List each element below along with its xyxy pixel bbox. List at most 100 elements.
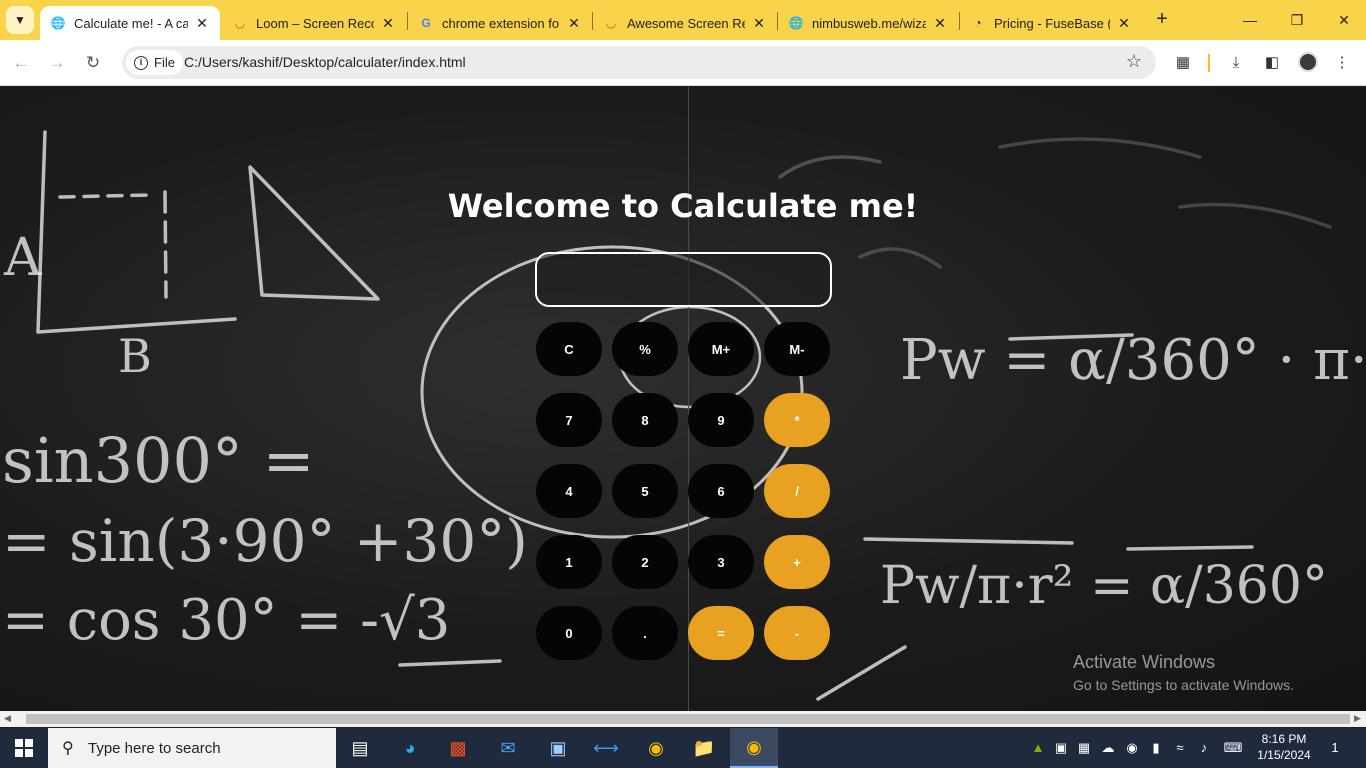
- key-clear[interactable]: C: [536, 322, 602, 376]
- close-icon[interactable]: ✕: [1116, 15, 1132, 32]
- clock-date: 1/15/2024: [1257, 748, 1311, 762]
- tab-title: Calculate me! - A calc: [74, 15, 188, 31]
- nvidia-icon[interactable]: ▲: [1028, 738, 1048, 758]
- forward-arrow-icon[interactable]: →: [44, 50, 70, 76]
- globe-icon: 🌐: [788, 16, 804, 30]
- key-decimal[interactable]: .: [612, 606, 678, 660]
- page-title: Welcome to Calculate me!: [447, 187, 919, 225]
- key-7[interactable]: 7: [536, 393, 602, 447]
- horizontal-scrollbar[interactable]: ◀ ▶: [0, 711, 1366, 727]
- key-9[interactable]: 9: [688, 393, 754, 447]
- chrome-active-icon[interactable]: ◉: [730, 728, 778, 768]
- key-memory-minus[interactable]: M-: [764, 322, 830, 376]
- notification-icon[interactable]: 1: [1324, 738, 1346, 758]
- key-8[interactable]: 8: [612, 393, 678, 447]
- edge-icon[interactable]: ◕: [386, 728, 434, 768]
- back-arrow-icon[interactable]: ←: [8, 50, 34, 76]
- key-0[interactable]: 0: [536, 606, 602, 660]
- scrollbar-thumb[interactable]: [26, 714, 1350, 724]
- taskbar-search-box[interactable]: ⚲ Type here to search: [48, 728, 336, 768]
- taskbar-clock[interactable]: 8:16 PM 1/15/2024: [1252, 731, 1316, 763]
- calculator-keypad: C % M+ M- 7 8 9 * 4 5 6 / 1 2 3 + 0 . = …: [536, 322, 832, 662]
- toolbar-divider: [1208, 54, 1210, 72]
- tab-nimbusweb[interactable]: 🌐 nimbusweb.me/wizar ✕: [778, 6, 958, 40]
- key-5[interactable]: 5: [612, 464, 678, 518]
- restore-icon[interactable]: ❐: [1285, 8, 1309, 32]
- close-icon[interactable]: ✕: [932, 15, 948, 32]
- side-panel-icon[interactable]: ◧: [1261, 52, 1283, 74]
- tab-title: Loom – Screen Recor: [256, 15, 374, 31]
- file-explorer-icon[interactable]: 📁: [680, 728, 728, 768]
- chalk-frame: [36, 130, 237, 334]
- bookmark-star-icon[interactable]: ☆: [1126, 51, 1142, 72]
- calculator-display[interactable]: [535, 252, 832, 307]
- url-text[interactable]: C:/Users/kashif/Desktop/calculater/index…: [184, 54, 466, 70]
- chalk-sin300: sin300° =: [2, 424, 315, 497]
- close-icon[interactable]: ✕: [566, 15, 582, 32]
- tab-awesome-screen[interactable]: ◡ Awesome Screen Rec ✕: [593, 6, 777, 40]
- key-4[interactable]: 4: [536, 464, 602, 518]
- tab-loom[interactable]: ◡ Loom – Screen Recor ✕: [222, 6, 406, 40]
- scroll-right-icon[interactable]: ▶: [1354, 713, 1361, 724]
- chalk-fraction-bar: [863, 537, 1074, 545]
- battery-icon[interactable]: ▮: [1146, 738, 1166, 758]
- chalk-faint-stroke: [778, 155, 882, 179]
- key-memory-plus[interactable]: M+: [688, 322, 754, 376]
- chalk-label-a: A: [3, 228, 43, 288]
- tab-fusebase[interactable]: ◔ Pricing - FuseBase (Fo ✕: [960, 6, 1142, 40]
- new-tab-button[interactable]: +: [1150, 8, 1174, 32]
- chalk-fraction-bar: [398, 659, 502, 667]
- tab-calculate-me[interactable]: 🌐 Calculate me! - A calc ✕: [40, 6, 220, 40]
- key-divide[interactable]: /: [764, 464, 830, 518]
- site-info-chip[interactable]: i File: [126, 50, 183, 75]
- tab-strip: ▼ 🌐 Calculate me! - A calc ✕ ◡ Loom – Sc…: [0, 0, 1366, 40]
- close-icon[interactable]: ✕: [380, 15, 396, 32]
- vscode-icon[interactable]: ⟷: [582, 728, 630, 768]
- camera-icon[interactable]: ◉: [1122, 738, 1142, 758]
- close-icon[interactable]: ✕: [751, 15, 767, 32]
- search-icon: ⚲: [62, 740, 74, 757]
- scroll-left-icon[interactable]: ◀: [4, 713, 11, 724]
- volume-icon[interactable]: ♪: [1194, 738, 1214, 758]
- key-subtract[interactable]: -: [764, 606, 830, 660]
- address-bar[interactable]: i File C:/Users/kashif/Desktop/calculate…: [122, 46, 1156, 79]
- chalk-fraction-bar: [1126, 545, 1254, 551]
- store-icon[interactable]: ▩: [434, 728, 482, 768]
- rainbow-icon: ◡: [605, 16, 617, 30]
- menu-kebab-icon[interactable]: ⋮: [1331, 52, 1353, 74]
- task-view-icon[interactable]: ▤: [336, 728, 384, 768]
- watermark-subtitle: Go to Settings to activate Windows.: [1073, 677, 1294, 693]
- notification-count: 1: [1331, 740, 1339, 755]
- extensions-puzzle-icon[interactable]: ▦: [1172, 52, 1194, 74]
- tab-chrome-extension[interactable]: G chrome extension for ✕: [408, 6, 592, 40]
- wifi-icon[interactable]: ≈: [1170, 738, 1190, 758]
- windows-logo-icon: [15, 739, 33, 757]
- security-icon[interactable]: ▦: [1074, 738, 1094, 758]
- chalk-area-formula: Pw = α/360° · π·r²: [900, 328, 1366, 393]
- key-1[interactable]: 1: [536, 535, 602, 589]
- download-icon[interactable]: ⤓: [1225, 52, 1247, 74]
- key-percent[interactable]: %: [612, 322, 678, 376]
- start-button[interactable]: [0, 728, 48, 768]
- tab-search-button[interactable]: ▼: [6, 6, 34, 34]
- key-multiply[interactable]: *: [764, 393, 830, 447]
- keyboard-icon[interactable]: ⌨: [1220, 738, 1246, 758]
- key-add[interactable]: +: [764, 535, 830, 589]
- close-window-icon[interactable]: ✕: [1332, 8, 1356, 32]
- cloud-offline-icon[interactable]: ☁: [1098, 738, 1118, 758]
- key-6[interactable]: 6: [688, 464, 754, 518]
- key-2[interactable]: 2: [612, 535, 678, 589]
- close-icon[interactable]: ✕: [194, 15, 210, 32]
- chrome-icon[interactable]: ◉: [632, 728, 680, 768]
- minimize-icon[interactable]: —: [1238, 8, 1262, 32]
- google-icon: G: [421, 16, 431, 30]
- key-equals[interactable]: =: [688, 606, 754, 660]
- display-icon[interactable]: ▣: [1051, 738, 1071, 758]
- search-placeholder: Type here to search: [88, 739, 221, 757]
- reload-icon[interactable]: ↻: [80, 50, 106, 76]
- watermark-title: Activate Windows: [1073, 652, 1216, 672]
- profile-avatar[interactable]: [1298, 52, 1318, 72]
- computer-icon[interactable]: ▣: [534, 728, 582, 768]
- mail-icon[interactable]: ✉: [484, 728, 532, 768]
- key-3[interactable]: 3: [688, 535, 754, 589]
